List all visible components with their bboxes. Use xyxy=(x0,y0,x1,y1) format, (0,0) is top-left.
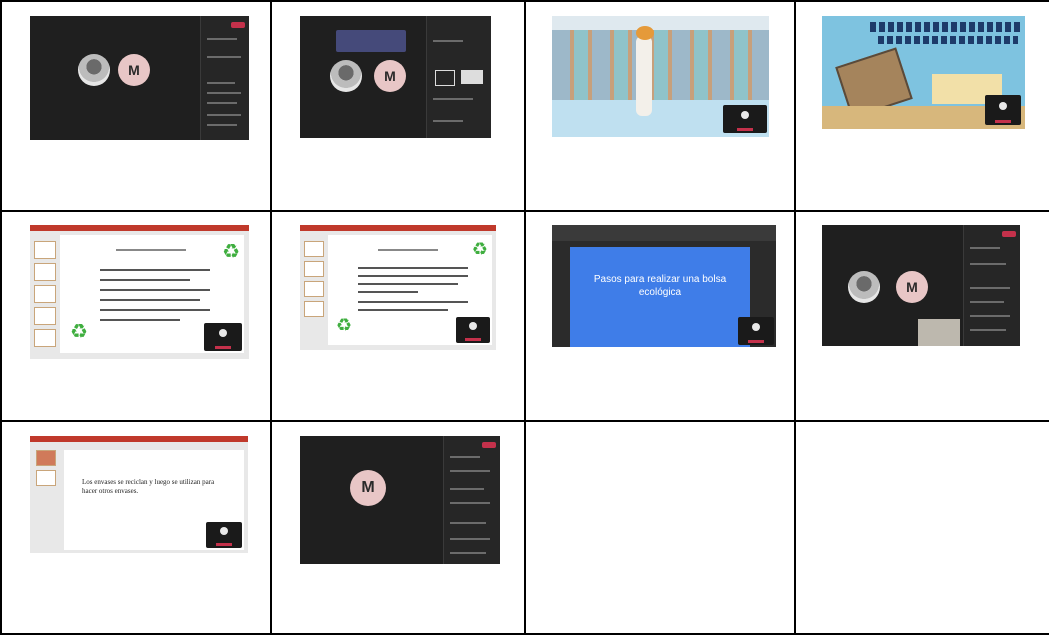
participant-initial-avatar: M xyxy=(118,54,150,86)
grid-cell-4 xyxy=(794,0,1049,212)
teams-call-screenshot: M xyxy=(30,16,249,140)
leave-call-button[interactable] xyxy=(482,442,496,448)
recycle-icon: ♻ xyxy=(222,239,240,263)
ppt-recycling-text-slide: ♻ ♻ xyxy=(300,225,496,350)
leave-call-button[interactable] xyxy=(1002,231,1016,237)
teams-settings-screenshot: M xyxy=(300,16,491,138)
grid-cell-10: M xyxy=(270,420,526,635)
self-video-tile xyxy=(738,317,774,345)
self-video-tile xyxy=(985,95,1021,125)
recycle-icon: ♻ xyxy=(70,319,88,343)
device-settings-panel xyxy=(426,16,491,138)
grid-cell-5: ♻ ♻ xyxy=(0,210,272,422)
grid-cell-9: Los envases se reciclan y luego se utili… xyxy=(0,420,272,635)
leave-call-button[interactable] xyxy=(231,22,245,28)
ppt-recycling-slide: ♻ ♻ xyxy=(30,225,249,359)
shared-video-tile xyxy=(918,319,960,346)
slide-canvas: Pasos para realizar una bolsa ecológica xyxy=(570,247,750,347)
self-video-tile xyxy=(206,522,242,548)
cartoon-supermarket-video xyxy=(552,16,769,137)
participant-photo-avatar xyxy=(330,60,362,92)
self-video-tile xyxy=(204,323,242,351)
participant-photo-avatar xyxy=(848,271,880,303)
cartoon-truck-video xyxy=(822,16,1025,129)
grid-cell-2: M xyxy=(270,0,526,212)
teams-call-single-screenshot: M xyxy=(300,436,500,564)
notification-popup xyxy=(336,30,406,52)
participants-panel xyxy=(200,16,249,140)
grid-cell-1: M xyxy=(0,0,272,212)
self-video-tile xyxy=(456,317,490,343)
screenshot-grid-table: M M ♻ ♻ ♻ ♻ Pasos para realizar una bols… xyxy=(0,0,1049,635)
recycle-icon: ♻ xyxy=(336,315,353,336)
slide-body-text: Los envases se reciclan y luego se utili… xyxy=(82,478,215,495)
participant-initial-avatar: M xyxy=(374,60,406,92)
participant-photo-avatar xyxy=(78,54,110,86)
grid-cell-6: ♻ ♻ xyxy=(270,210,526,422)
ppt-text-slide: Los envases se reciclan y luego se utili… xyxy=(30,436,248,553)
slide-canvas: Los envases se reciclan y luego se utili… xyxy=(64,450,244,550)
teams-call-video-screenshot: M xyxy=(822,225,1020,346)
slide-title: Pasos para realizar una bolsa ecológica xyxy=(593,274,727,298)
participant-initial-avatar: M xyxy=(350,470,386,506)
grid-cell-8: M xyxy=(794,210,1049,422)
blue-slide-screenshot: Pasos para realizar una bolsa ecológica xyxy=(552,225,776,347)
self-video-tile xyxy=(723,105,767,133)
recycle-icon: ♻ xyxy=(471,239,488,260)
slide-canvas: ♻ ♻ xyxy=(328,235,492,345)
slide-canvas: ♻ ♻ xyxy=(60,235,244,353)
grid-cell-7: Pasos para realizar una bolsa ecológica xyxy=(524,210,796,422)
grid-cell-11 xyxy=(524,420,796,635)
participant-initial-avatar: M xyxy=(896,271,928,303)
participants-panel xyxy=(443,436,500,564)
grid-cell-3 xyxy=(524,0,796,212)
grid-cell-12 xyxy=(794,420,1049,635)
participants-panel xyxy=(963,225,1020,346)
